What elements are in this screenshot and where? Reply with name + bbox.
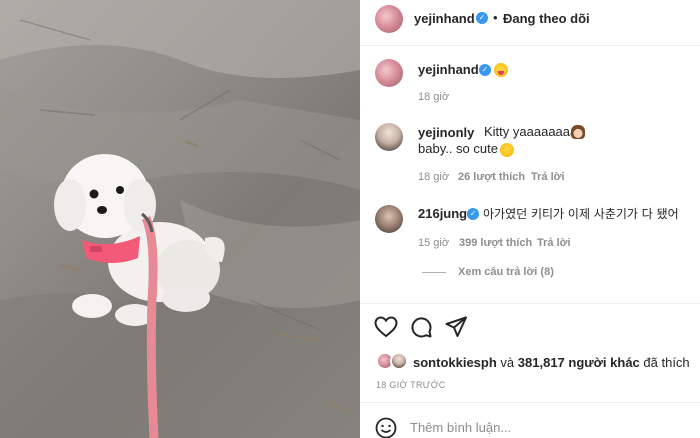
- verified-icon: ✓: [476, 12, 488, 24]
- likes-suffix: đã thích: [643, 355, 690, 370]
- comment-text-line1: Kitty yaaaaaaaa~: [484, 124, 585, 139]
- view-replies-button[interactable]: Xem câu trả lời (8): [458, 266, 554, 278]
- post-photo[interactable]: [0, 0, 360, 438]
- emoji-icon[interactable]: [375, 417, 397, 438]
- verified-icon: ✓: [467, 208, 479, 220]
- post-side-panel: yejinhand ✓ • Đang theo dõi yejinhand ✓ …: [360, 0, 700, 438]
- comment-input[interactable]: Thêm bình luận...: [410, 420, 511, 435]
- comment-username[interactable]: yejinonly: [418, 125, 474, 140]
- caption-username[interactable]: yejinhand: [418, 62, 479, 77]
- smile-emoji-icon: [500, 143, 514, 157]
- post-header: yejinhand ✓ • Đang theo dõi: [360, 0, 700, 46]
- dog-photo-illustration: [0, 0, 360, 438]
- follow-status-button[interactable]: Đang theo dõi: [503, 11, 590, 26]
- reply-button[interactable]: Trả lời: [537, 237, 571, 249]
- liker-avatar[interactable]: [390, 352, 408, 370]
- comment-time: 15 giờ: [418, 237, 450, 249]
- caption-time: 18 giờ: [418, 91, 450, 103]
- verified-icon: ✓: [479, 64, 491, 76]
- comment-likes-count[interactable]: 26 lượt thích: [458, 171, 525, 183]
- comment-text: 아가였던 키티가 이제 사춘기가 다 됐어: [483, 207, 679, 221]
- likes-and: và: [500, 355, 515, 370]
- comment-username[interactable]: 216jung: [418, 206, 467, 221]
- other-likers-count[interactable]: 381,817 người khác: [518, 355, 640, 370]
- replies-divider-line: [422, 272, 446, 273]
- comment-text-line2: baby.. so cute: [418, 141, 498, 156]
- comment-icon[interactable]: [410, 316, 432, 338]
- caption-author-avatar[interactable]: [375, 59, 403, 87]
- comment-time: 18 giờ: [418, 171, 450, 183]
- likes-summary: sontokkiesph và 381,817 người khác đã th…: [413, 355, 690, 370]
- reply-button[interactable]: Trả lời: [531, 171, 565, 183]
- share-icon[interactable]: [445, 316, 467, 338]
- tongue-emoji-icon: [494, 63, 508, 77]
- comment-likes-count[interactable]: 399 lượt thích: [459, 237, 532, 249]
- commenter-avatar-216jung[interactable]: [375, 205, 403, 233]
- commenter-avatar-yejinonly[interactable]: [375, 123, 403, 151]
- first-liker-username[interactable]: sontokkiesph: [413, 355, 497, 370]
- comment-input-bar: Thêm bình luận...: [360, 402, 700, 438]
- author-username[interactable]: yejinhand: [414, 11, 475, 26]
- heart-icon[interactable]: [374, 316, 398, 338]
- author-avatar[interactable]: [375, 5, 403, 33]
- header-separator: •: [493, 10, 498, 25]
- actions-bar: [360, 303, 700, 304]
- post-timestamp[interactable]: 18 GIỜ TRƯỚC: [376, 380, 446, 390]
- girl-emoji-icon: [571, 125, 585, 139]
